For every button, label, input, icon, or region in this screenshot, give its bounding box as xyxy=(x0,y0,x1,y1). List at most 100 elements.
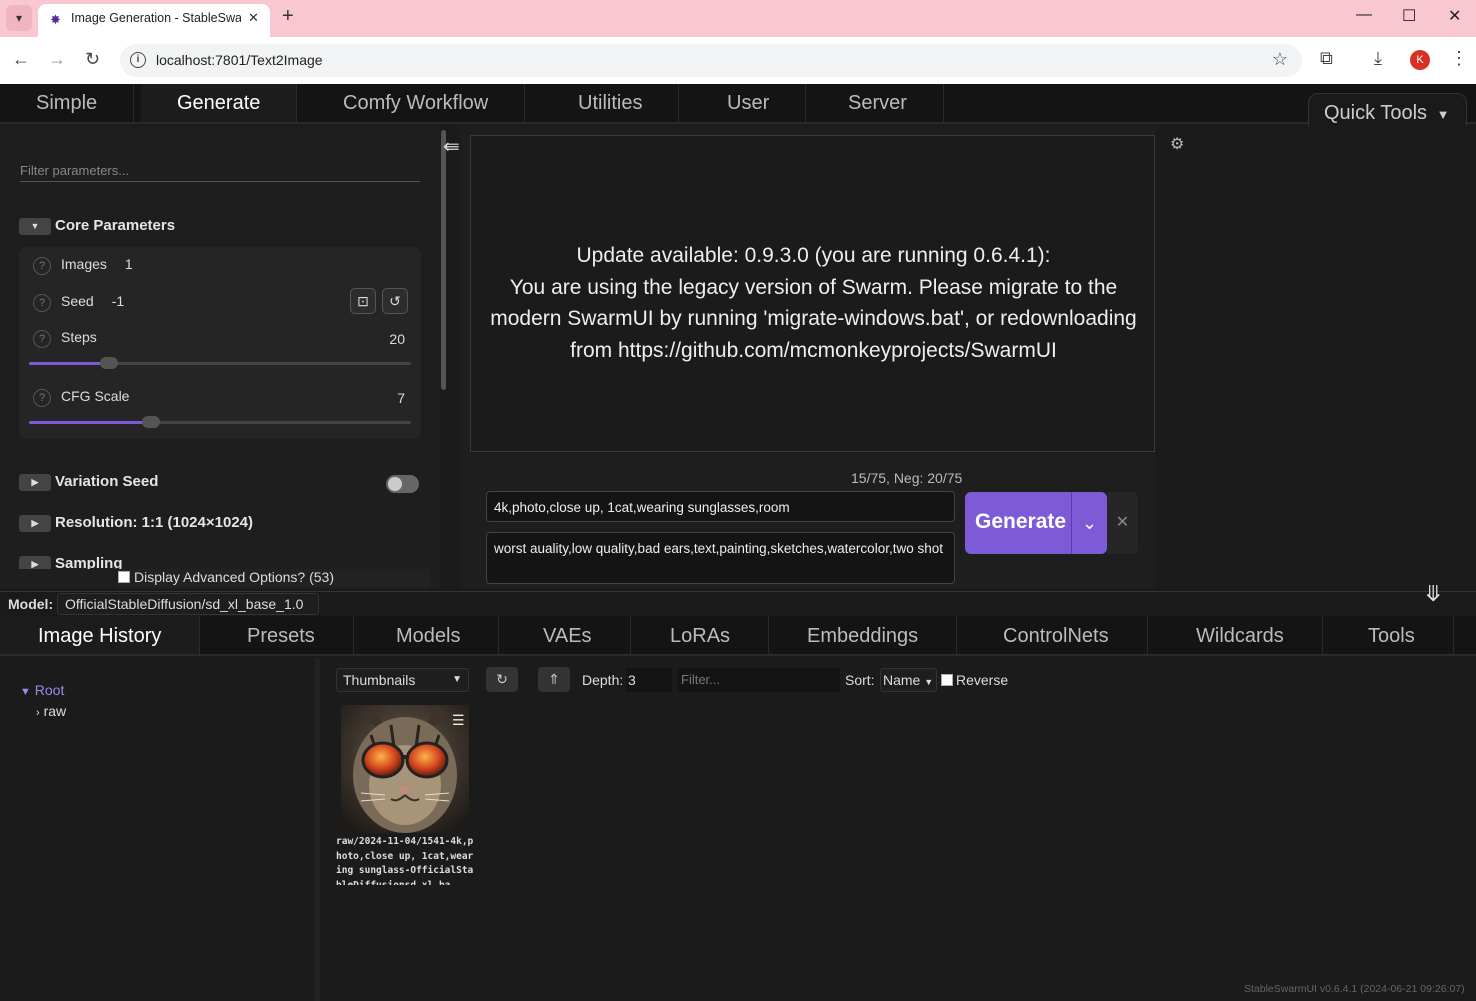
tab-simple[interactable]: Simple xyxy=(0,84,135,122)
seed-label: Seed xyxy=(61,293,94,309)
help-icon[interactable]: ? xyxy=(33,257,51,275)
sampling-header[interactable]: ▶ Sampling xyxy=(19,555,123,569)
reload-icon[interactable]: ↻ xyxy=(85,49,100,70)
tab-models[interactable]: Models xyxy=(358,616,500,654)
steps-label: Steps xyxy=(61,329,97,345)
site-info-icon[interactable]: i xyxy=(130,52,146,68)
tab-controlnets[interactable]: ControlNets xyxy=(965,616,1148,654)
steps-slider-fill xyxy=(29,362,110,365)
url-text[interactable]: localhost:7801/Text2Image xyxy=(156,52,323,68)
tab-search-button[interactable]: ▾ xyxy=(6,5,32,31)
depth-input[interactable]: 3 xyxy=(626,668,672,692)
expand-toggle-icon[interactable]: ▶ xyxy=(19,556,51,569)
reuse-seed-button[interactable]: ↺ xyxy=(382,288,408,314)
collapse-toggle-icon[interactable]: ▼ xyxy=(19,218,51,235)
random-seed-button[interactable]: ⊡ xyxy=(350,288,376,314)
param-steps: ? Steps xyxy=(33,329,97,348)
window-close-icon[interactable]: ✕ xyxy=(1448,6,1461,26)
chevron-down-icon: ▼ xyxy=(924,677,934,687)
sort-label: Sort: xyxy=(845,672,875,688)
back-icon[interactable]: ← xyxy=(12,49,30,70)
seed-input[interactable]: -1 xyxy=(112,293,124,309)
images-input[interactable]: 1 xyxy=(125,256,133,272)
tab-tools[interactable]: Tools xyxy=(1330,616,1454,654)
update-message-line: Update available: 0.9.3.0 (you are runni… xyxy=(576,244,1051,267)
cancel-generation-button[interactable]: ✕ xyxy=(1107,492,1138,554)
gear-icon[interactable]: ⚙ xyxy=(1170,134,1184,154)
tree-node-root[interactable]: ▼ Root xyxy=(20,682,64,698)
tab-wildcards[interactable]: Wildcards xyxy=(1158,616,1323,654)
refresh-button[interactable]: ↻ xyxy=(486,667,518,692)
forward-icon[interactable]: → xyxy=(48,49,66,70)
tab-user[interactable]: User xyxy=(691,84,807,122)
cfg-scale-slider[interactable] xyxy=(29,416,411,428)
steps-slider-handle[interactable] xyxy=(100,357,119,369)
advanced-options-checkbox[interactable] xyxy=(118,571,130,583)
view-mode-select[interactable]: Thumbnails ▼ xyxy=(336,668,469,692)
generate-dropdown-icon[interactable]: ⌄ xyxy=(1071,492,1107,554)
tree-node-raw[interactable]: › raw xyxy=(36,703,66,719)
image-display-area: Update available: 0.9.3.0 (you are runni… xyxy=(470,135,1155,452)
maximize-icon[interactable]: ☐ xyxy=(1402,6,1416,26)
collapse-bottom-icon[interactable]: ⤋ xyxy=(1424,581,1442,607)
negative-prompt-input[interactable]: worst auality,low quality,bad ears,text,… xyxy=(486,532,955,584)
omnibox[interactable]: i localhost:7801/Text2Image ☆ xyxy=(120,44,1302,77)
help-icon[interactable]: ? xyxy=(33,330,51,348)
close-tab-icon[interactable]: ✕ xyxy=(248,10,259,26)
variation-seed-toggle[interactable] xyxy=(386,475,419,493)
variation-seed-header[interactable]: ▶ Variation Seed xyxy=(19,473,158,491)
generate-button[interactable]: Generate ⌄ xyxy=(965,492,1107,554)
help-icon[interactable]: ? xyxy=(33,294,51,312)
reverse-label: Reverse xyxy=(956,672,1009,688)
help-icon[interactable]: ? xyxy=(33,389,51,407)
resolution-header[interactable]: ▶ Resolution: 1:1 (1024×1024) xyxy=(19,514,253,532)
download-icon[interactable]: ⤓ xyxy=(1374,48,1382,69)
tab-generate[interactable]: Generate xyxy=(141,84,298,122)
profile-avatar[interactable]: K xyxy=(1410,50,1430,70)
arrow-up-icon: ⇑ xyxy=(548,671,560,687)
browser-tab[interactable]: ✸ Image Generation - StableSwarmUI ✕ xyxy=(38,4,270,37)
update-message: Update available: 0.9.3.0 (you are runni… xyxy=(471,240,1156,366)
tab-vaes[interactable]: VAEs xyxy=(505,616,631,654)
tab-utilities[interactable]: Utilities xyxy=(542,84,680,122)
bottom-tabs: Image History Presets Models VAEs LoRAs … xyxy=(0,616,1476,656)
cfg-scale-value[interactable]: 7 xyxy=(397,390,405,406)
advanced-options-checkbox-row[interactable]: Display Advanced Options? (53) xyxy=(118,569,430,588)
folder-up-button[interactable]: ⇑ xyxy=(538,667,570,692)
filter-parameters-input[interactable] xyxy=(20,160,420,182)
new-tab-icon[interactable]: + xyxy=(282,5,294,28)
refresh-icon: ↻ xyxy=(496,671,508,687)
browser-tab-bar: ▾ ✸ Image Generation - StableSwarmUI ✕ +… xyxy=(0,0,1476,37)
cfg-slider-handle[interactable] xyxy=(142,416,161,428)
minimize-icon[interactable]: — xyxy=(1356,6,1372,24)
history-filter-input[interactable]: Filter... xyxy=(678,668,840,692)
collapse-left-panel-icon[interactable]: ⇚ xyxy=(443,134,460,159)
tab-image-history[interactable]: Image History xyxy=(0,616,201,654)
tab-presets[interactable]: Presets xyxy=(209,616,354,654)
reverse-checkbox-row[interactable]: Reverse xyxy=(941,672,1008,688)
bookmark-star-icon[interactable]: ☆ xyxy=(1272,49,1288,70)
chevron-down-icon: ▼ xyxy=(452,674,462,685)
thumbnail-menu-icon[interactable]: ☰ xyxy=(452,712,465,729)
reverse-checkbox[interactable] xyxy=(941,674,953,686)
params-scrollbar[interactable] xyxy=(441,130,446,390)
steps-slider[interactable] xyxy=(29,357,411,369)
sort-select[interactable]: Name ▼ xyxy=(880,668,937,692)
prompt-input[interactable]: 4k,photo,close up, 1cat,wearing sunglass… xyxy=(486,491,955,522)
steps-value[interactable]: 20 xyxy=(389,331,405,347)
param-cfg-scale: ? CFG Scale xyxy=(33,388,129,407)
core-parameters-header[interactable]: ▼ Core Parameters xyxy=(19,217,175,235)
chevron-right-icon: › xyxy=(36,707,40,719)
main-nav: Simple Generate Comfy Workflow Utilities… xyxy=(0,84,1476,124)
tab-comfy-workflow[interactable]: Comfy Workflow xyxy=(307,84,526,122)
history-image-thumbnail[interactable] xyxy=(341,705,469,833)
tab-embeddings[interactable]: Embeddings xyxy=(769,616,958,654)
model-select[interactable]: OfficialStableDiffusion/sd_xl_base_1.0 ▼ xyxy=(57,593,319,632)
tab-loras[interactable]: LoRAs xyxy=(632,616,770,654)
expand-toggle-icon[interactable]: ▶ xyxy=(19,515,51,532)
expand-toggle-icon[interactable]: ▶ xyxy=(19,474,51,491)
browser-menu-icon[interactable]: ⋮ xyxy=(1450,48,1468,69)
extensions-icon[interactable]: ⧉ xyxy=(1320,48,1333,69)
update-message-line: modern SwarmUI by running 'migrate-windo… xyxy=(490,307,1137,330)
tab-server[interactable]: Server xyxy=(812,84,944,122)
